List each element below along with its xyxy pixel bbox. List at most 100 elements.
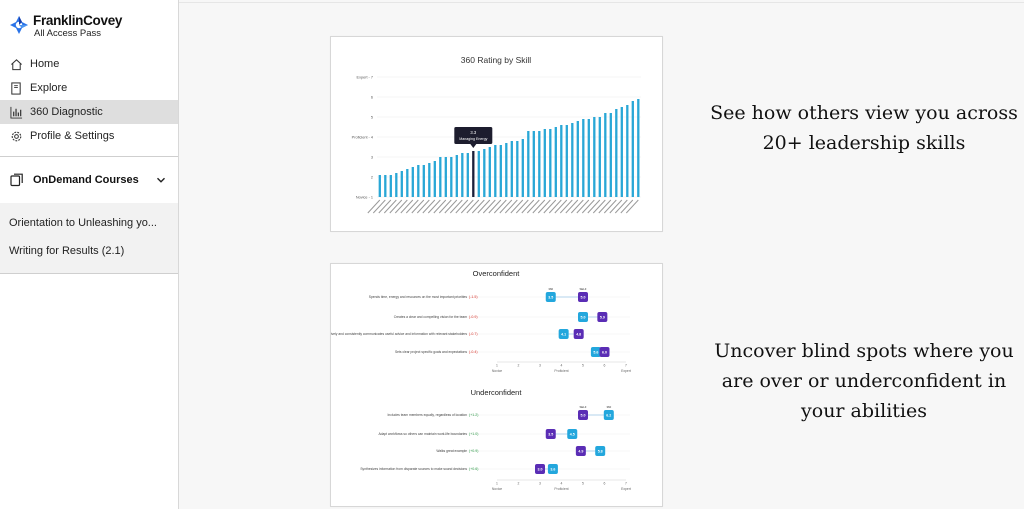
dot-row-label: Adapt workflows so others can maintain w… <box>378 432 467 436</box>
bar-tooltip: 3.3 Managing Energy <box>454 127 493 148</box>
bar <box>593 117 596 197</box>
bar-x-tick-label <box>625 199 639 214</box>
bar-x-tick-label <box>521 199 535 214</box>
bar <box>444 157 447 197</box>
bar <box>538 131 541 197</box>
dot-x-tick-label: 3 <box>539 364 541 368</box>
brand[interactable]: FranklinCovey All Access Pass <box>0 0 178 52</box>
dot-row-label: Walks great example <box>436 449 467 453</box>
bar <box>620 107 623 197</box>
nav-profile-settings-label: Profile & Settings <box>30 130 115 142</box>
franklincovey-logo-icon <box>10 16 28 34</box>
bar <box>472 151 475 197</box>
bar-x-tick-label <box>394 199 408 214</box>
dot-row-label: Sets clear project specific goals and ex… <box>395 350 467 354</box>
bar-x-tick-label <box>554 199 568 214</box>
bar <box>637 99 640 197</box>
dot-x-axis-label: Novice <box>492 369 502 373</box>
dot-x-tick-label: 1 <box>496 364 498 368</box>
bar <box>543 129 546 197</box>
bar-x-tick-label <box>488 199 502 214</box>
bar-y-tick-label: Expert - 7 <box>357 76 373 80</box>
bar <box>417 165 420 197</box>
others-rating-value: 5.8 <box>598 449 603 453</box>
rating-by-skill-chart: 360 Rating by Skill Expert - 7 6 5 Proficien… <box>352 55 641 214</box>
bar <box>565 125 568 197</box>
bar <box>466 153 469 197</box>
others-rating-value: 3.6 <box>550 467 555 471</box>
ondemand-courses-toggle[interactable]: OnDemand Courses <box>0 157 178 203</box>
bar <box>477 151 480 197</box>
course-item-writing-for-results[interactable]: Writing for Results (2.1) <box>0 237 170 265</box>
bar-x-tick-label <box>598 199 612 214</box>
bar-x-tick-label <box>455 199 469 214</box>
bar-x-tick-label <box>587 199 601 214</box>
chevron-down-icon <box>157 177 165 183</box>
course-list: Orientation to Unleashing yo... Writing … <box>0 203 178 274</box>
dot-row-delta: (-0.4) <box>469 350 478 354</box>
bar-x-tick-label <box>471 199 485 214</box>
dot-row-delta: (-0.7) <box>469 332 478 336</box>
bar-x-tick-label <box>383 199 397 214</box>
bar-x-tick-label <box>438 199 452 214</box>
dot-x-tick-label: 3 <box>539 482 541 486</box>
nav-profile-settings[interactable]: Profile & Settings <box>0 124 178 148</box>
others-rating-top-label: 360 <box>606 405 611 409</box>
self-rating-value: 4.8 <box>576 332 581 336</box>
bar-chart-title: 360 Rating by Skill <box>461 55 532 65</box>
bar-x-tick-label <box>609 199 623 214</box>
bar-y-tick-label: Novice - 1 <box>356 196 373 200</box>
bar-y-tick-label: 5 <box>371 116 373 120</box>
bar-x-tick-label <box>427 199 441 214</box>
bar-x-tick-label <box>433 199 447 214</box>
bar-x-tick-label <box>460 199 474 214</box>
bar-x-tick-label <box>559 199 573 214</box>
bar-x-tick-label <box>389 199 403 214</box>
dot-x-tick-label: 4 <box>561 364 563 368</box>
bar-x-tick-label <box>532 199 546 214</box>
dot-x-axis-label: Proficient <box>554 487 568 491</box>
bar-x-tick-label <box>400 199 414 214</box>
bar <box>389 175 392 197</box>
bar <box>587 119 590 197</box>
gear-icon <box>9 129 23 143</box>
nav-explore[interactable]: Explore <box>0 76 178 100</box>
dot-x-tick-label: 1 <box>496 482 498 486</box>
dot-x-tick-label: 4 <box>561 482 563 486</box>
dot-row-delta: (+0.6) <box>469 467 479 471</box>
confidence-card: Overconfident Spends time, energy and res… <box>321 263 663 507</box>
others-rating-value: 3.5 <box>548 295 553 299</box>
others-rating-value: 5.6 <box>593 350 598 354</box>
dot-row-delta: (+0.9) <box>469 449 479 453</box>
bar <box>400 171 403 197</box>
bar <box>461 153 464 197</box>
dot-row-label: Proactively and consistently communicate… <box>331 332 467 336</box>
dot-x-axis-label: Novice <box>492 487 502 491</box>
self-rating-top-label: SELF <box>580 287 587 291</box>
nav-home[interactable]: Home <box>0 52 178 76</box>
dot-row-delta: (-0.9) <box>469 315 478 319</box>
bar <box>378 175 381 197</box>
bar <box>450 157 453 197</box>
bar-x-tick-label <box>565 199 579 214</box>
bar-x-tick-label <box>422 199 436 214</box>
bar-y-tick-label: 6 <box>371 96 373 100</box>
book-icon <box>9 81 23 95</box>
bar <box>626 105 629 197</box>
course-item-orientation[interactable]: Orientation to Unleashing yo... <box>0 209 170 237</box>
bar <box>527 131 530 197</box>
bar-x-tick-label <box>526 199 540 214</box>
bar-x-tick-label <box>576 199 590 214</box>
dot-x-tick-label: 6 <box>604 364 606 368</box>
self-rating-value: 5.9 <box>600 315 605 319</box>
dot-row-delta: (-1.5) <box>469 295 478 299</box>
bar <box>395 173 398 197</box>
bar-x-tick-label <box>493 199 507 214</box>
bar <box>428 163 431 197</box>
brand-subtitle: All Access Pass <box>34 28 102 39</box>
bar-tooltip-pointer <box>470 144 477 148</box>
bar-x-tick-label <box>543 199 557 214</box>
nav-360-diagnostic[interactable]: 360 Diagnostic <box>0 100 178 124</box>
bar <box>483 149 486 197</box>
bar-x-tick-label <box>581 199 595 214</box>
